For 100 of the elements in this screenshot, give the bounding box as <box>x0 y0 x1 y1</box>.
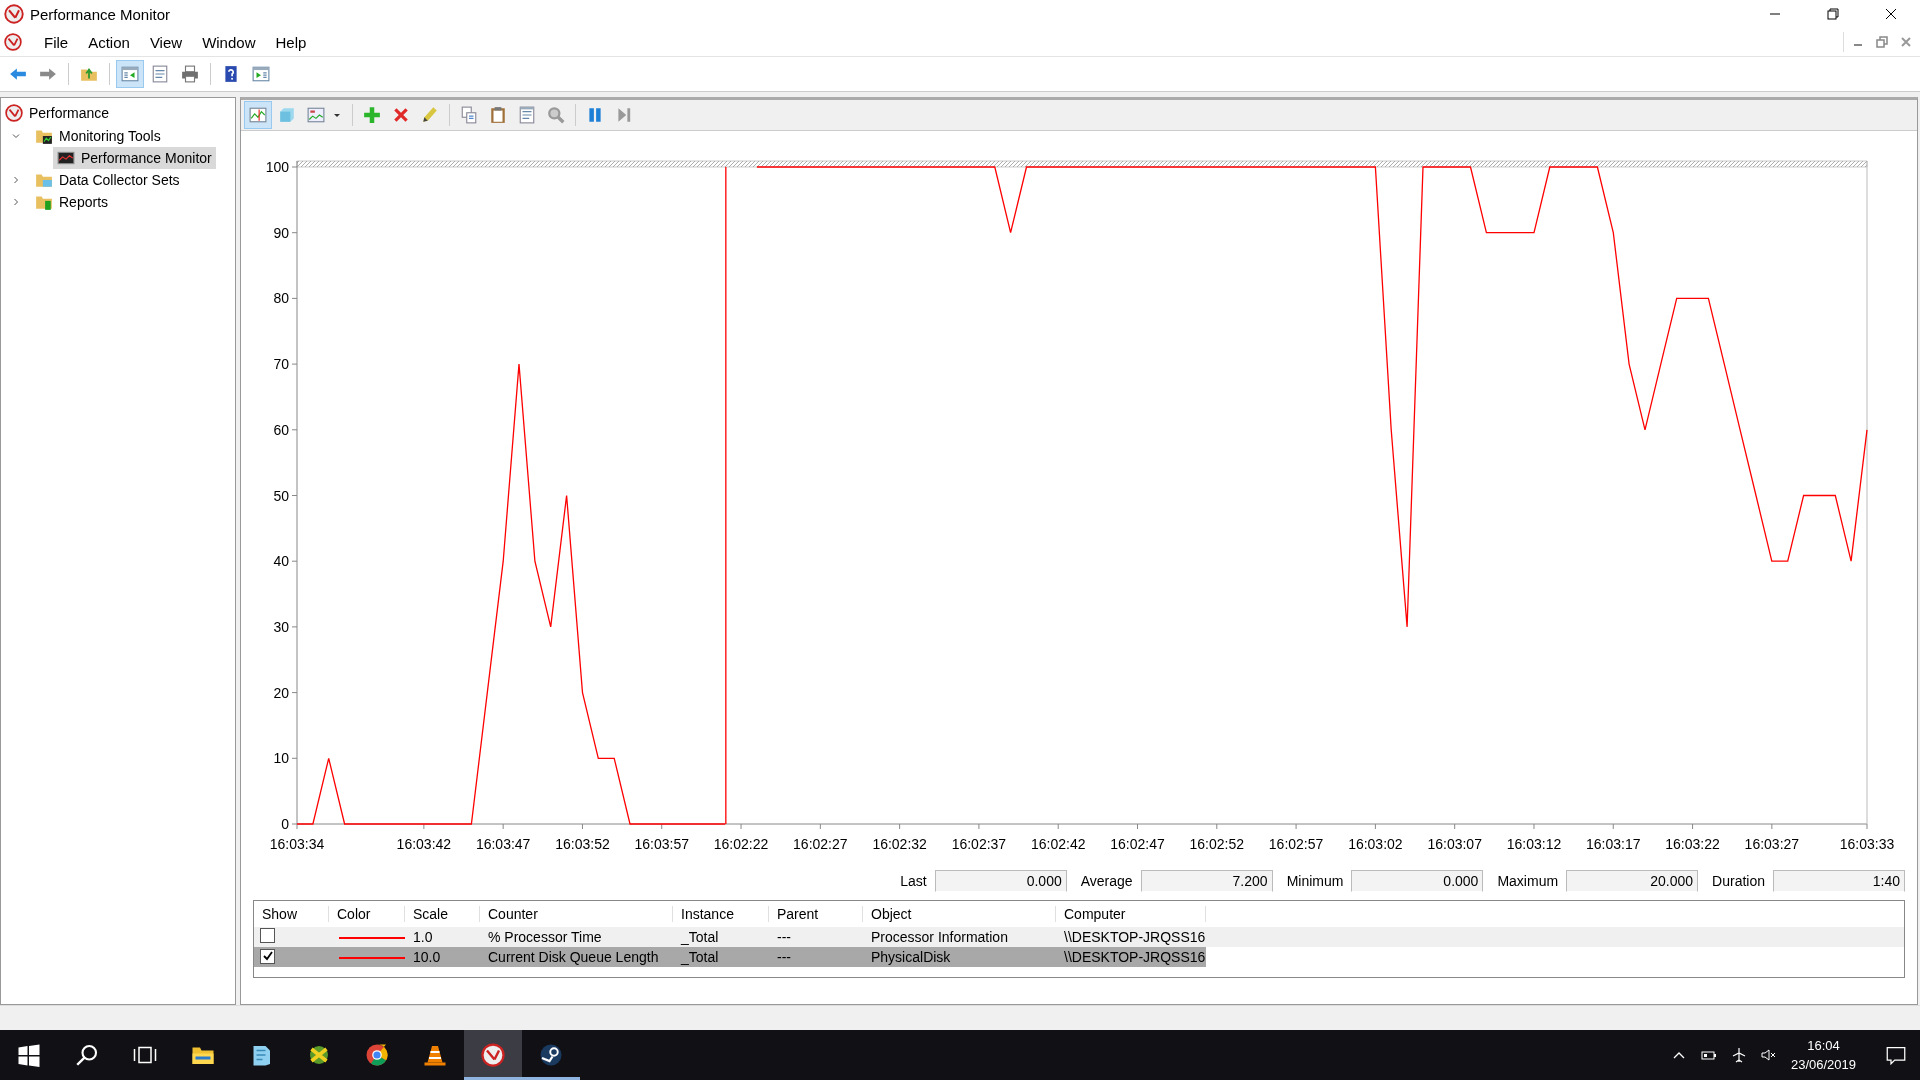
y-tick-label: 70 <box>273 356 289 373</box>
app-icon <box>4 4 24 24</box>
folder-icon <box>35 193 53 211</box>
folder-icon <box>35 171 53 189</box>
y-tick-label: 80 <box>273 290 289 307</box>
round-logo-icon <box>539 1043 563 1067</box>
column-header[interactable]: Scale <box>405 906 480 922</box>
x-tick-label: 16:03:34 <box>269 836 325 852</box>
stat-label: Average <box>1080 873 1133 889</box>
x-tick-label: 16:02:32 <box>872 836 927 852</box>
menu-item[interactable]: File <box>34 31 79 53</box>
menu-item[interactable]: Action <box>78 31 140 53</box>
stat-label: Duration <box>1712 873 1765 889</box>
y-tick-label: 0 <box>281 816 289 832</box>
y-tick-label: 90 <box>273 224 289 241</box>
x-tick-label: 16:03:07 <box>1427 836 1482 852</box>
y-tick-label: 100 <box>265 159 289 175</box>
column-header[interactable]: Parent <box>769 906 863 922</box>
y-tick-label: 40 <box>273 553 289 570</box>
stat-label: Minimum <box>1286 873 1344 889</box>
cube-icon <box>278 106 296 124</box>
x-tick-label: 16:03:57 <box>634 836 689 852</box>
show-tree-icon <box>121 65 139 83</box>
properties-icon <box>151 65 169 83</box>
column-header[interactable]: Color <box>329 906 405 922</box>
table-cell-text: \\DESKTOP-JRQSS16 <box>1063 949 1206 965</box>
x-tick-label: 16:03:22 <box>1665 836 1720 852</box>
monitor-icon <box>57 149 75 167</box>
app-icon[interactable] <box>4 33 22 51</box>
table-cell-text: 1.0 <box>412 929 434 945</box>
show-checkbox[interactable] <box>260 948 275 964</box>
table-cell-text: \\DESKTOP-JRQSS16 <box>1063 929 1206 945</box>
pencil-icon <box>421 106 439 124</box>
table-cell-text: _Total <box>679 949 720 965</box>
magnifier-icon <box>547 106 565 124</box>
tree-item[interactable]: Monitoring Tools <box>31 125 165 147</box>
show-checkbox[interactable] <box>260 928 275 943</box>
stat-field: 1:40 <box>1773 870 1905 892</box>
x-tick-label: 16:02:57 <box>1268 836 1324 852</box>
crossed-circle-icon <box>307 1043 331 1067</box>
column-header[interactable]: Counter <box>480 906 673 922</box>
mute-icon[interactable] <box>1760 1047 1777 1063</box>
x-tick-label: 16:02:37 <box>951 836 1007 852</box>
stat-field: 20.000 <box>1566 870 1699 892</box>
stat-field: 0.000 <box>1351 870 1484 892</box>
table-cell-text: 10.0 <box>412 949 442 965</box>
caret-icon[interactable] <box>333 111 341 119</box>
x-tick-label: 16:03:42 <box>396 836 452 852</box>
menu-item[interactable]: Help <box>265 31 317 53</box>
notification-icon[interactable] <box>1886 1045 1906 1065</box>
x-tick-label: 16:02:52 <box>1189 836 1245 852</box>
restore-icon[interactable] <box>1874 34 1890 50</box>
line-graph-icon <box>249 106 267 124</box>
x-tick-label: 16:03:33 <box>1839 836 1895 852</box>
stat-label: Last <box>900 873 927 889</box>
x-tick-label: 16:03:27 <box>1744 836 1800 852</box>
y-tick-label: 30 <box>273 618 289 635</box>
expander-icon[interactable] <box>11 197 21 207</box>
folder-icon <box>35 127 53 145</box>
table-cell-text: PhysicalDisk <box>870 949 952 965</box>
taskbar-button[interactable] <box>464 1030 522 1080</box>
menu-item[interactable]: Window <box>192 31 266 53</box>
x-tick-label: 16:03:02 <box>1348 836 1403 852</box>
column-header[interactable]: Object <box>863 906 1056 922</box>
graph-type-icon <box>307 106 325 124</box>
x-tick-label: 16:02:47 <box>1110 836 1165 852</box>
x-tick-label: 16:03:52 <box>555 836 610 852</box>
clock-time[interactable]: 16:04 <box>1807 1036 1840 1055</box>
menu-item[interactable]: View <box>139 31 193 53</box>
airplane-icon[interactable] <box>1730 1047 1747 1063</box>
window-title: Performance Monitor <box>30 5 171 23</box>
table-row[interactable]: 10.0 Current Disk Queue Length _Total --- PhysicalDisk \\DESKTOP-JRQSS16 <box>254 947 1206 967</box>
table-cell-text: --- <box>776 929 792 945</box>
table-row[interactable]: 1.0 % Processor Time _Total --- Processor Information \\DESKTOP-JRQSS16 <box>254 927 1904 947</box>
browser-icon <box>365 1043 389 1067</box>
clock-date[interactable]: 23/06/2019 <box>1790 1055 1856 1074</box>
column-header[interactable]: Show <box>254 906 329 922</box>
expander-icon[interactable] <box>11 175 21 185</box>
delete-icon <box>392 106 410 124</box>
stat-label: Maximum <box>1497 873 1559 889</box>
stat-field: 7.200 <box>1140 870 1273 892</box>
table-cell-text: Processor Information <box>870 929 1009 945</box>
x-tick-label: 16:03:17 <box>1586 836 1641 852</box>
help-icon <box>222 65 240 83</box>
search-icon <box>75 1043 99 1067</box>
tree-item[interactable]: Performance <box>1 102 114 124</box>
column-header[interactable]: Computer <box>1056 906 1206 922</box>
table-cell-text: _Total <box>679 929 720 945</box>
tree-item[interactable]: Data Collector Sets <box>31 169 184 191</box>
column-header[interactable]: Instance <box>673 906 769 922</box>
tree-item[interactable]: Reports <box>31 191 113 213</box>
properties-icon <box>518 106 536 124</box>
action-pane-icon <box>252 65 270 83</box>
tree-item[interactable]: Performance Monitor <box>53 147 216 169</box>
copy-icon <box>460 106 478 124</box>
expander-icon[interactable] <box>11 131 21 141</box>
y-tick-label: 10 <box>273 750 289 767</box>
windows-logo-icon <box>17 1043 41 1067</box>
x-tick-label: 16:02:42 <box>1030 836 1086 852</box>
printer-icon <box>181 65 199 83</box>
